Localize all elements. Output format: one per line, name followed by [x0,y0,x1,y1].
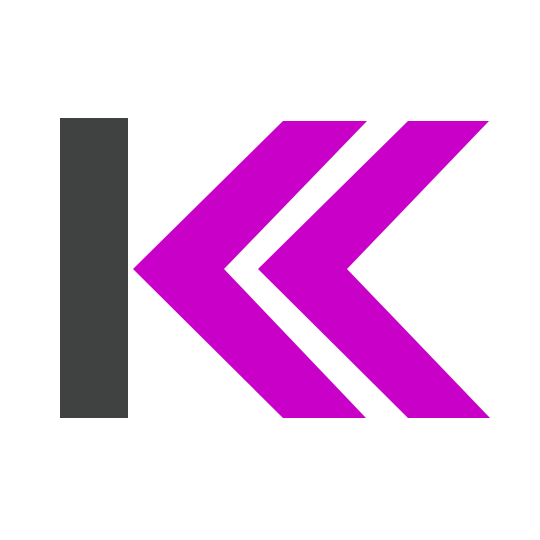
k-chevrons-logo-icon [60,118,490,418]
app-icon [0,0,540,540]
logo-vertical-bar [60,118,128,418]
